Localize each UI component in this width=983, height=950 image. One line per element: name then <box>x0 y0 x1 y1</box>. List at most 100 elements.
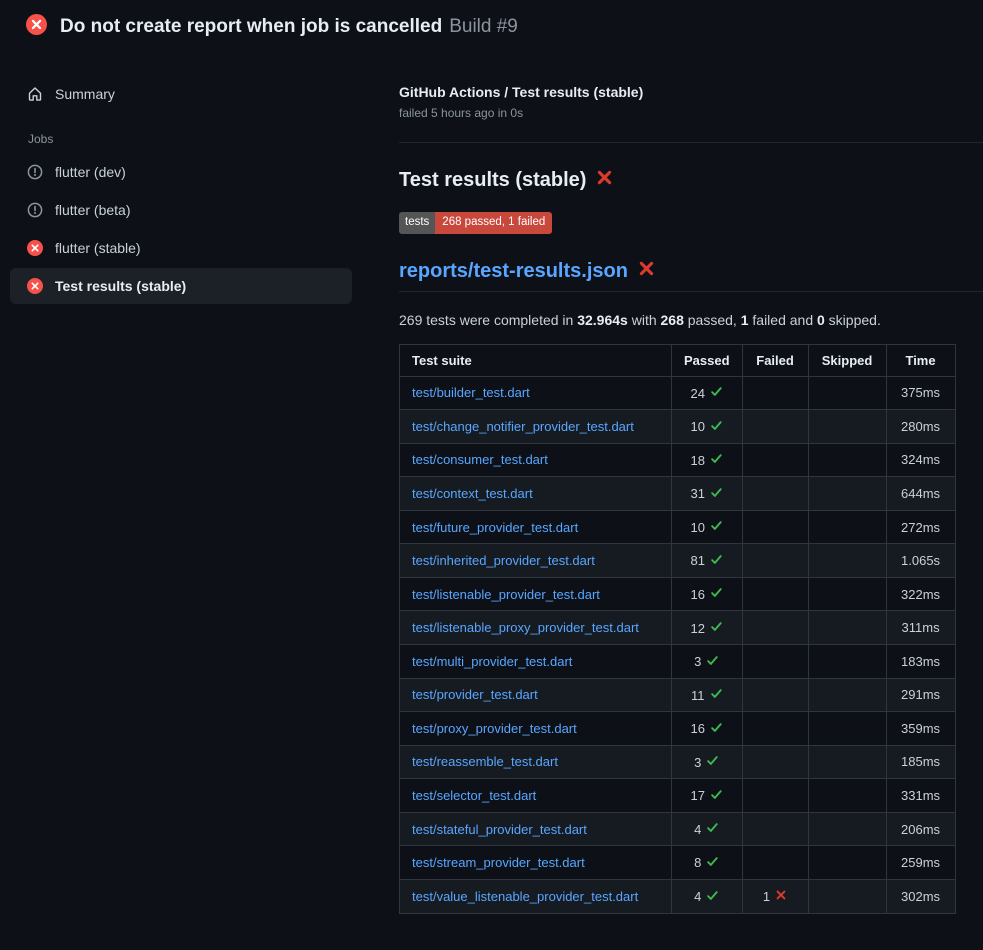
time-value: 644ms <box>901 486 940 501</box>
suite-link[interactable]: test/value_listenable_provider_test.dart <box>412 889 638 904</box>
suite-link[interactable]: test/selector_test.dart <box>412 788 536 803</box>
skipped-cell <box>808 376 886 410</box>
sidebar: Summary Jobs flutter (dev) flut <box>0 54 399 306</box>
suite-link[interactable]: test/inherited_provider_test.dart <box>412 553 595 568</box>
check-icon <box>710 586 723 602</box>
run-meta: failed 5 hours ago in 0s <box>399 106 983 120</box>
failed-x-mark-icon <box>638 260 655 283</box>
suite-cell: test/selector_test.dart <box>400 779 672 813</box>
time-value: 272ms <box>901 520 940 535</box>
skipped-cell <box>808 544 886 578</box>
check-icon <box>706 754 719 770</box>
divider <box>399 142 983 143</box>
suite-link[interactable]: test/provider_test.dart <box>412 687 538 702</box>
time-cell: 291ms <box>886 678 955 712</box>
suite-link[interactable]: test/reassemble_test.dart <box>412 754 558 769</box>
sidebar-item-label: flutter (dev) <box>55 164 126 180</box>
build-title-text: Do not create report when job is cancell… <box>60 16 442 37</box>
table-row: test/stream_provider_test.dart 8 <box>400 846 956 880</box>
check-icon <box>710 721 723 737</box>
sidebar-item-flutter-dev[interactable]: flutter (dev) <box>10 154 352 190</box>
time-cell: 206ms <box>886 812 955 846</box>
build-title: Do not create report when job is cancell… <box>60 16 518 38</box>
failed-cell: 1 <box>742 879 808 913</box>
suite-link[interactable]: test/consumer_test.dart <box>412 452 548 467</box>
suite-cell: test/inherited_provider_test.dart <box>400 544 672 578</box>
home-icon <box>27 86 43 102</box>
time-cell: 302ms <box>886 879 955 913</box>
skipped-cell <box>808 745 886 779</box>
table-row: test/stateful_provider_test.dart 4 <box>400 812 956 846</box>
suite-link[interactable]: test/proxy_provider_test.dart <box>412 721 577 736</box>
badge-value: 268 passed, 1 failed <box>435 212 552 234</box>
failed-cell <box>742 477 808 511</box>
time-cell: 1.065s <box>886 544 955 578</box>
sidebar-item-flutter-beta[interactable]: flutter (beta) <box>10 192 352 228</box>
time-value: 359ms <box>901 721 940 736</box>
sidebar-item-summary[interactable]: Summary <box>10 76 352 112</box>
suite-link[interactable]: test/stream_provider_test.dart <box>412 855 585 870</box>
check-icon <box>710 486 723 502</box>
time-value: 185ms <box>901 754 940 769</box>
suite-link[interactable]: test/builder_test.dart <box>412 385 530 400</box>
passed-count: 18 <box>691 453 705 468</box>
failed-cell <box>742 443 808 477</box>
failed-cell <box>742 510 808 544</box>
table-row: test/builder_test.dart 24 <box>400 376 956 410</box>
failed-cell <box>742 812 808 846</box>
suite-cell: test/builder_test.dart <box>400 376 672 410</box>
skipped-cell <box>808 779 886 813</box>
check-icon <box>706 821 719 837</box>
passed-count: 4 <box>694 822 701 837</box>
skipped-cell <box>808 879 886 913</box>
check-icon <box>710 419 723 435</box>
suite-link[interactable]: test/multi_provider_test.dart <box>412 654 572 669</box>
suite-link[interactable]: test/context_test.dart <box>412 486 533 501</box>
suite-cell: test/stateful_provider_test.dart <box>400 812 672 846</box>
check-icon <box>710 620 723 636</box>
failed-cell <box>742 376 808 410</box>
status-failed-icon <box>27 278 43 294</box>
time-value: 375ms <box>901 385 940 400</box>
failed-cell <box>742 846 808 880</box>
sidebar-item-label: Summary <box>55 86 115 102</box>
column-header-passed: Passed <box>672 344 743 376</box>
table-row: test/listenable_proxy_provider_test.dart… <box>400 611 956 645</box>
skipped-cell <box>808 846 886 880</box>
section-title-text: Test results (stable) <box>399 169 586 192</box>
breadcrumb: GitHub Actions / Test results (stable) <box>399 84 983 100</box>
time-value: 322ms <box>901 587 940 602</box>
suite-cell: test/change_notifier_provider_test.dart <box>400 410 672 444</box>
suite-link[interactable]: test/listenable_proxy_provider_test.dart <box>412 620 639 635</box>
summary-text: skipped. <box>825 312 881 328</box>
time-value: 302ms <box>901 889 940 904</box>
passed-count: 24 <box>691 386 705 401</box>
report-link[interactable]: reports/test-results.json <box>399 260 628 283</box>
suite-cell: test/reassemble_test.dart <box>400 745 672 779</box>
check-icon <box>710 788 723 804</box>
suite-cell: test/multi_provider_test.dart <box>400 645 672 679</box>
suite-cell: test/listenable_proxy_provider_test.dart <box>400 611 672 645</box>
passed-cell: 3 <box>672 645 743 679</box>
failed-cell <box>742 645 808 679</box>
passed-cell: 18 <box>672 443 743 477</box>
suite-link[interactable]: test/listenable_provider_test.dart <box>412 587 600 602</box>
status-neutral-icon <box>27 164 43 180</box>
suite-link[interactable]: test/future_provider_test.dart <box>412 520 578 535</box>
passed-cell: 17 <box>672 779 743 813</box>
time-value: 291ms <box>901 687 940 702</box>
sidebar-item-test-results-stable[interactable]: Test results (stable) <box>10 268 352 304</box>
sidebar-item-flutter-stable[interactable]: flutter (stable) <box>10 230 352 266</box>
time-value: 324ms <box>901 452 940 467</box>
table-row: test/selector_test.dart 17 <box>400 779 956 813</box>
failed-cell <box>742 410 808 444</box>
skipped-cell <box>808 410 886 444</box>
passed-count: 3 <box>694 654 701 669</box>
suite-link[interactable]: test/change_notifier_provider_test.dart <box>412 419 634 434</box>
check-icon <box>710 452 723 468</box>
passed-count: 8 <box>694 855 701 870</box>
sidebar-item-label: Test results (stable) <box>55 278 186 294</box>
suite-link[interactable]: test/stateful_provider_test.dart <box>412 822 587 837</box>
main-content: GitHub Actions / Test results (stable) f… <box>399 54 983 914</box>
passed-cell: 81 <box>672 544 743 578</box>
